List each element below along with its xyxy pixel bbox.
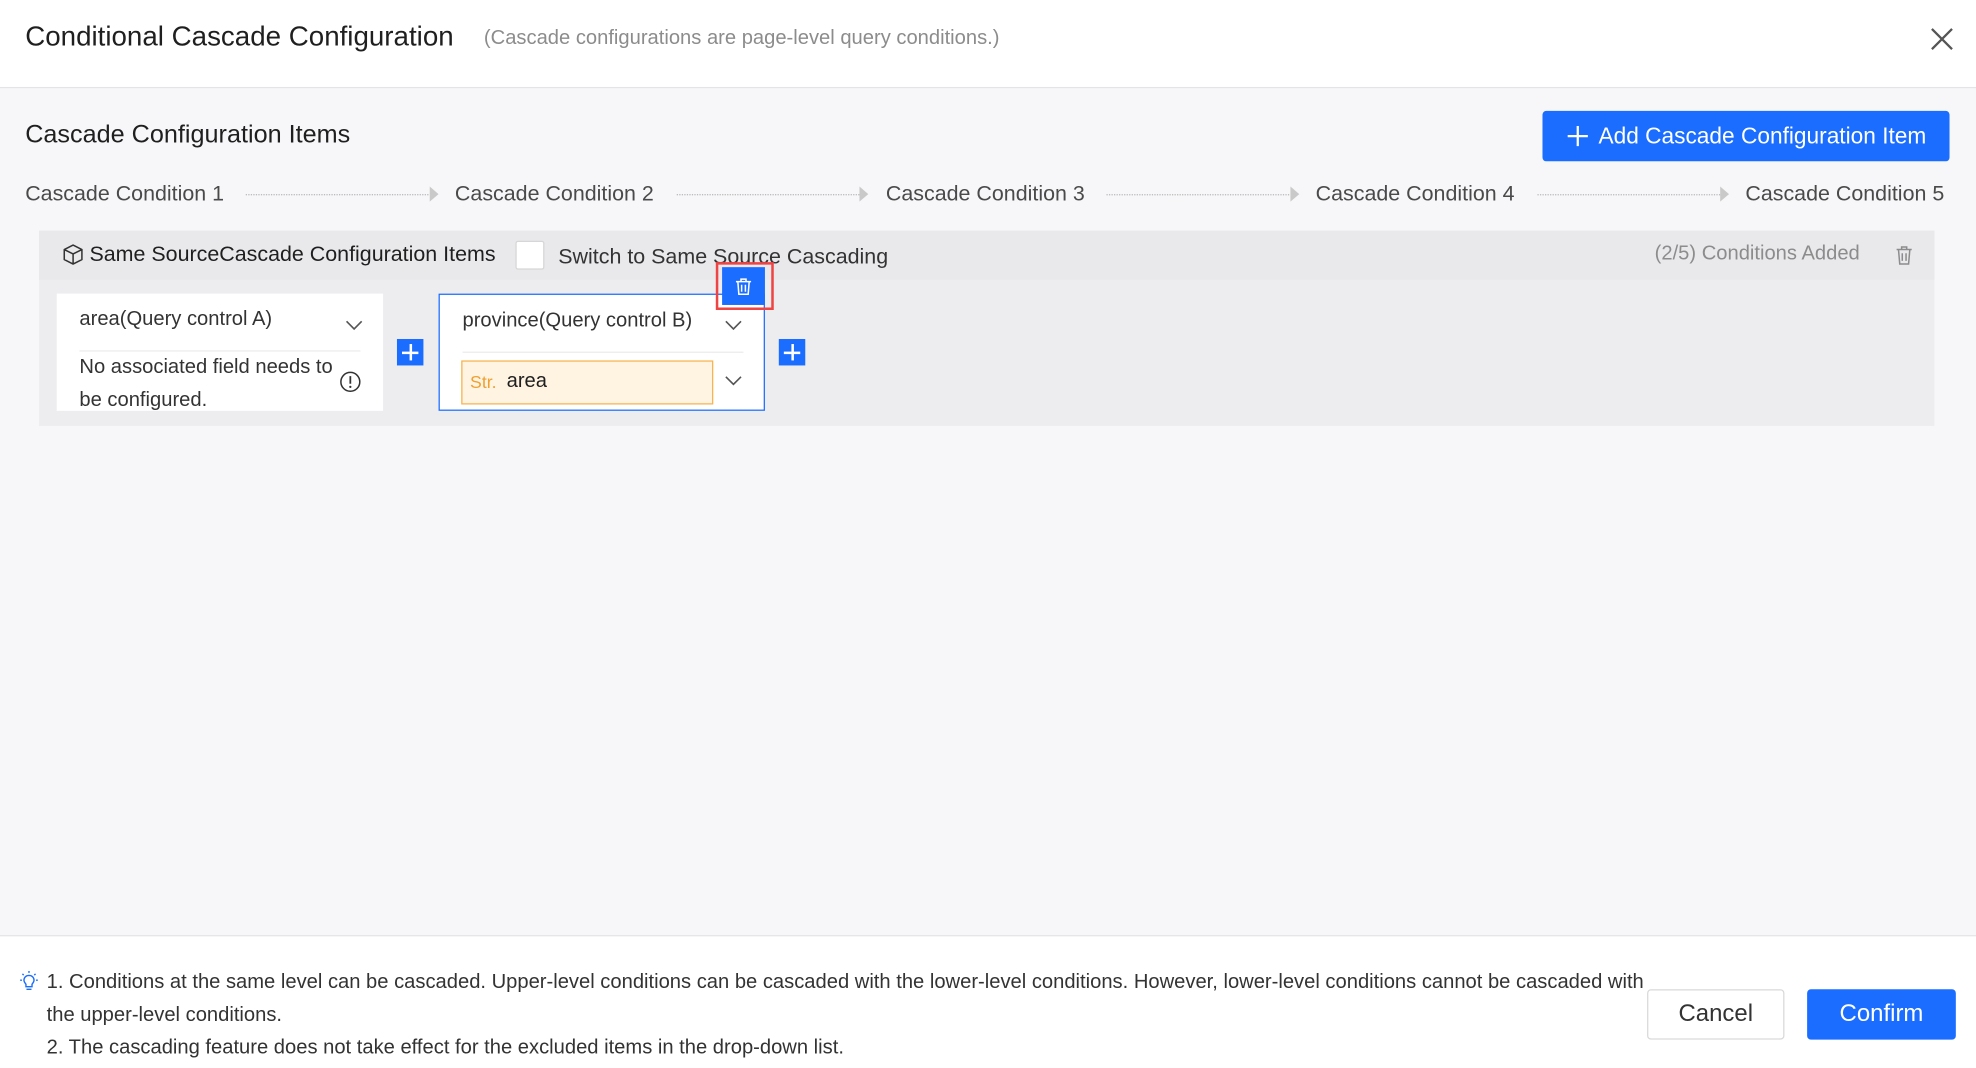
string-type-badge: Str. [470, 371, 497, 392]
trash-icon[interactable] [1894, 244, 1914, 265]
query-control-select[interactable]: area(Query control A) [79, 309, 272, 332]
query-control-select[interactable]: province(Query control B) [462, 310, 692, 333]
add-condition-button[interactable] [396, 338, 424, 366]
step-connector [245, 194, 429, 196]
field-name: area [506, 370, 547, 392]
plus-icon [1568, 126, 1589, 147]
note-2: 2. The cascading feature does not take e… [46, 1037, 844, 1059]
step-5: Cascade Condition 5 [1745, 181, 1945, 206]
step-arrow-icon [1290, 186, 1300, 202]
dialog: Conditional Cascade Configuration (Casca… [0, 0, 1976, 1068]
chevron-down-icon[interactable] [725, 376, 743, 387]
associated-field-select[interactable]: Str. area [461, 360, 714, 405]
dialog-footer: 1. Conditions at the same level can be c… [0, 935, 1976, 1068]
dialog-subtitle: (Cascade configurations are page-level q… [483, 27, 1000, 50]
step-connector [1106, 194, 1290, 196]
dialog-title: Conditional Cascade Configuration [25, 20, 454, 52]
chevron-down-icon[interactable] [725, 320, 743, 331]
step-3: Cascade Condition 3 [885, 181, 1085, 206]
add-cascade-item-button[interactable]: Add Cascade Configuration Item [1542, 110, 1950, 162]
config-item-title: Same SourceCascade Configuration Items [89, 241, 496, 266]
trash-icon [735, 277, 752, 295]
cube-icon [63, 244, 83, 265]
step-connector [676, 194, 860, 196]
lightbulb-icon [20, 970, 38, 990]
conditions-count: (2/5) Conditions Added [1654, 243, 1860, 265]
note-1: 1. Conditions at the same level can be c… [46, 971, 1644, 1026]
step-1: Cascade Condition 1 [25, 181, 225, 206]
step-connector [1537, 194, 1721, 196]
cancel-button[interactable]: Cancel [1647, 989, 1785, 1040]
step-4: Cascade Condition 4 [1315, 181, 1515, 206]
step-2: Cascade Condition 2 [454, 181, 654, 206]
close-icon[interactable] [1926, 23, 1959, 56]
condition-card-2: province(Query control B) Str. area [438, 293, 765, 411]
step-arrow-icon [429, 186, 439, 202]
divider [462, 351, 744, 353]
chevron-down-icon[interactable] [345, 320, 363, 331]
same-source-checkbox[interactable] [515, 240, 545, 270]
add-cascade-item-label: Add Cascade Configuration Item [1598, 122, 1927, 149]
section-title: Cascade Configuration Items [25, 120, 351, 149]
delete-condition-button[interactable] [722, 267, 765, 305]
footer-notes: 1. Conditions at the same level can be c… [47, 967, 1650, 1065]
info-icon[interactable] [339, 370, 362, 393]
cascade-config-panel: Same SourceCascade Configuration Items S… [39, 230, 1935, 426]
add-condition-button[interactable] [778, 338, 806, 366]
step-arrow-icon [1720, 186, 1729, 202]
step-arrow-icon [859, 186, 869, 202]
no-field-note: No associated field needs to be configur… [79, 356, 333, 411]
panel-header: Same SourceCascade Configuration Items S… [39, 230, 1935, 280]
condition-card-1: area(Query control A) No associated fiel… [56, 293, 384, 411]
dialog-header: Conditional Cascade Configuration (Casca… [0, 0, 1976, 89]
confirm-button[interactable]: Confirm [1807, 989, 1956, 1040]
